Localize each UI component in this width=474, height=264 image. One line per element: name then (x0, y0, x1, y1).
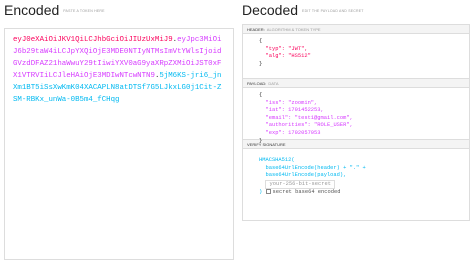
header-section-label: HEADER: (247, 27, 265, 32)
decoded-subtitle: EDIT THE PAYLOAD AND SECRET (302, 9, 364, 14)
payload-section-title: PAYLOAD: DATA (242, 78, 470, 88)
encoded-subtitle: PASTE A TOKEN HERE (63, 9, 105, 14)
signature-section-label: VERIFY SIGNATURE (247, 142, 286, 147)
json-line-email: "email": "test1@gmail.com", (265, 114, 353, 121)
payload-json-editor[interactable]: { "iss": "zoomin", "iat": 1701452253, "e… (242, 88, 470, 144)
signature-line-3: base64UrlEncode(payload), (265, 172, 347, 179)
signature-line-close: ) secret base64 encoded (259, 188, 341, 195)
secret-input[interactable]: your-256-bit-secret (265, 179, 335, 189)
json-brace: { (259, 92, 263, 98)
checkbox-label: secret base64 encoded (272, 188, 341, 195)
json-line-exp: "exp": 1702057053 (265, 129, 321, 136)
payload-section-sublabel: DATA (268, 81, 279, 86)
payload-section-label: PAYLOAD: (247, 81, 267, 86)
json-line-alg: "alg": "HS512" (265, 53, 311, 60)
json-line-iss: "iss": "zoomin", (265, 99, 318, 106)
encoded-title-text: Encoded (4, 2, 60, 18)
decoded-title-text: Decoded (242, 2, 299, 18)
base64-checkbox[interactable] (265, 188, 271, 194)
signature-line-1: HMACSHA512( (259, 157, 295, 163)
encoded-token-textarea[interactable]: eyJ0eXAiOiJKV1QiLCJhbGciOiJIUzUxMiJ9.eyJ… (4, 28, 234, 260)
decoded-panel: HEADER: ALGORITHM & TOKEN TYPE { "typ": "… (242, 24, 470, 221)
json-line-authorities: "authorities": "ROLE_USER", (265, 122, 353, 129)
header-section-sublabel: ALGORITHM & TOKEN TYPE (266, 27, 321, 32)
encoded-title: Encoded PASTE A TOKEN HERE (4, 2, 105, 18)
signature-section-title: VERIFY SIGNATURE (242, 139, 470, 149)
token-header-part: eyJ0eXAiOiJKV1QiLCJhbGciOiJIUzUxMiJ9 (13, 36, 173, 44)
header-section-title: HEADER: ALGORITHM & TOKEN TYPE (242, 24, 470, 34)
json-line-typ: "typ": "JWT", (265, 45, 308, 52)
header-json-editor[interactable]: { "typ": "JWT", "alg": "HS512" } (242, 34, 470, 78)
decoded-title: Decoded EDIT THE PAYLOAD AND SECRET (242, 2, 364, 18)
signature-line-2: base64UrlEncode(header) + "." + (265, 164, 366, 171)
signature-line-secret: your-256-bit-secret (259, 179, 463, 189)
json-brace: } (259, 60, 263, 67)
json-line-iat: "iat": 1701452253, (265, 107, 324, 114)
signature-editor: HMACSHA512( base64UrlEncode(header) + ".… (242, 149, 470, 221)
json-brace: { (259, 38, 263, 44)
